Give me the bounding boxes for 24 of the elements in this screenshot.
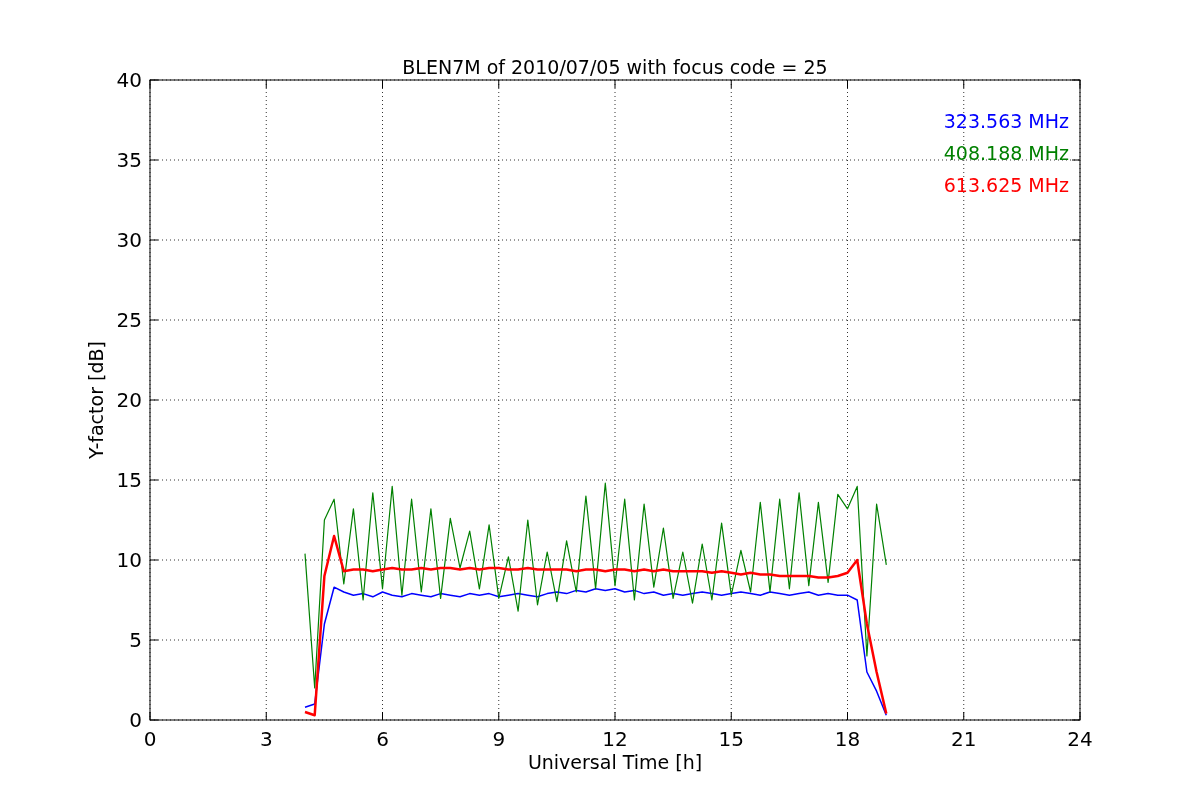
legend-label: 408.188 MHz [943,142,1069,164]
x-tick-label: 9 [492,727,506,751]
y-tick-label: 30 [116,228,142,252]
legend-label: 613.625 MHz [943,174,1069,196]
y-tick-label: 15 [116,468,142,492]
x-tick-label: 21 [951,727,977,751]
y-tick-label: 40 [116,68,142,92]
x-tick-label: 15 [718,727,744,751]
y-tick-label: 25 [116,308,142,332]
x-tick-label: 6 [376,727,389,751]
x-axis-label: Universal Time [h] [527,751,703,773]
y-tick-label: 0 [129,708,142,732]
x-tick-label: 18 [834,727,861,751]
y-tick-label: 10 [116,548,142,572]
x-tick-label: 12 [602,727,628,751]
chart-title: BLEN7M of 2010/07/05 with focus code = 25 [402,56,828,78]
y-tick-label: 5 [129,628,142,652]
y-tick-label: 35 [116,148,142,172]
x-tick-label: 24 [1067,727,1093,751]
legend-label: 323.563 MHz [943,110,1069,132]
x-tick-label: 3 [259,727,273,751]
x-tick-label: 0 [143,727,157,751]
y-axis-label: Y-factor [dB] [85,341,107,459]
y-tick-label: 20 [116,388,142,412]
